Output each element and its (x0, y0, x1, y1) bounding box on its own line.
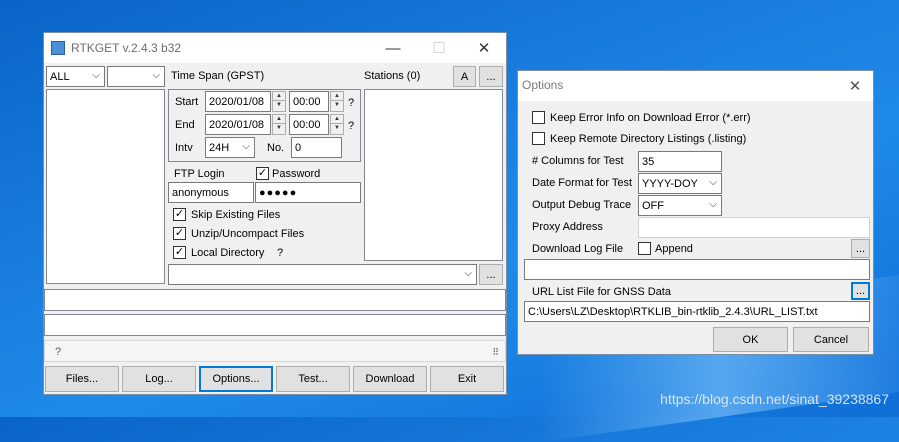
end-date-field[interactable]: 2020/01/08 (205, 114, 271, 135)
rtkget-window: RTKGET v.2.4.3 b32 — ☐ ✕ ALL ⌵ ⌵ Time Spa… (43, 32, 507, 395)
close-icon[interactable]: ✕ (836, 71, 874, 101)
options-title: Options (522, 78, 564, 92)
keep-remote-label: Keep Remote Directory Listings (.listing… (550, 133, 747, 145)
end-time-field[interactable]: 00:00 (289, 114, 329, 135)
stations-list[interactable] (364, 89, 503, 261)
date-format-label: Date Format for Test (532, 177, 633, 189)
start-date-spinner[interactable]: ▲ ▼ (272, 91, 286, 112)
end-label: End (175, 119, 195, 131)
end-time-spinner[interactable]: ▲ ▼ (330, 114, 344, 135)
columns-label: # Columns for Test (532, 155, 624, 167)
ftp-login-field[interactable]: anonymous (168, 182, 254, 203)
proxy-label: Proxy Address (532, 221, 603, 233)
start-label: Start (175, 96, 199, 108)
options-button[interactable]: Options... (199, 366, 273, 392)
start-time-field[interactable]: 00:00 (289, 91, 329, 112)
message-line-1 (44, 289, 506, 311)
start-help[interactable]: ? (348, 97, 354, 109)
no-field[interactable]: 0 (291, 137, 342, 158)
intv-label: Intv (175, 142, 193, 154)
local-directory-checkbox[interactable]: ✓ (173, 246, 186, 259)
skip-existing-checkbox[interactable]: ✓ (173, 208, 186, 221)
files-button[interactable]: Files... (45, 366, 119, 392)
chevron-down-icon: ⌵ (152, 70, 160, 81)
status-bar: ? ⠿ (44, 340, 506, 362)
unzip-checkbox[interactable]: ✓ (173, 227, 186, 240)
password-checkbox[interactable]: ✓ (256, 167, 269, 180)
password-label: Password (272, 168, 321, 180)
append-label: Append (655, 243, 693, 255)
resize-grip-icon[interactable]: ⠿ (492, 347, 499, 358)
password-field[interactable]: ●●●●● (255, 182, 361, 203)
intv-combo[interactable]: 24H ⌵ (205, 137, 255, 158)
filter-combo-2[interactable]: ⌵ (107, 66, 165, 87)
options-titlebar[interactable]: Options ✕ (518, 71, 873, 101)
data-type-list[interactable] (46, 89, 165, 284)
log-file-field[interactable] (524, 259, 870, 280)
log-browse-button[interactable]: ... (851, 239, 870, 258)
date-format-combo[interactable]: YYYY-DOY ⌵ (638, 173, 722, 194)
stations-browse-button[interactable]: ... (479, 66, 503, 87)
chevron-down-icon: ⌵ (709, 177, 717, 188)
cancel-button[interactable]: Cancel (793, 327, 869, 352)
chevron-down-icon: ⌵ (92, 70, 100, 81)
url-browse-button[interactable]: ... (851, 282, 870, 300)
stations-a-button[interactable]: A (453, 66, 476, 87)
stations-label: Stations (0) (364, 70, 421, 82)
keep-remote-checkbox[interactable] (532, 132, 545, 145)
unzip-label: Unzip/Uncompact Files (191, 228, 305, 240)
time-span-label: Time Span (GPST) (171, 70, 265, 82)
directory-combo[interactable]: ⌵ (168, 264, 477, 285)
test-button[interactable]: Test... (276, 366, 350, 392)
chevron-down-icon: ⌵ (709, 199, 717, 210)
proxy-field[interactable] (638, 217, 870, 238)
keep-error-checkbox[interactable] (532, 111, 545, 124)
start-date-field[interactable]: 2020/01/08 (205, 91, 271, 112)
start-time-spinner[interactable]: ▲ ▼ (330, 91, 344, 112)
rtkget-titlebar[interactable]: RTKGET v.2.4.3 b32 — ☐ ✕ (44, 33, 506, 63)
ftp-login-label: FTP Login (174, 168, 225, 180)
append-checkbox[interactable] (638, 242, 651, 255)
window-title: RTKGET v.2.4.3 b32 (71, 41, 182, 55)
close-icon[interactable]: ✕ (461, 33, 507, 63)
status-help[interactable]: ? (55, 346, 61, 358)
download-button[interactable]: Download (353, 366, 427, 392)
filter-combo[interactable]: ALL ⌵ (46, 66, 105, 87)
exit-button[interactable]: Exit (430, 366, 504, 392)
skip-existing-label: Skip Existing Files (191, 209, 281, 221)
watermark: https://blog.csdn.net/sinat_39238867 (660, 391, 889, 407)
debug-label: Output Debug Trace (532, 199, 632, 211)
directory-browse-button[interactable]: ... (479, 264, 503, 285)
log-button[interactable]: Log... (122, 366, 196, 392)
app-icon (51, 41, 65, 55)
columns-field[interactable]: 35 (638, 151, 722, 172)
minimize-icon[interactable]: — (370, 33, 416, 63)
end-help[interactable]: ? (348, 120, 354, 132)
local-directory-label: Local Directory (191, 247, 265, 259)
chevron-down-icon: ⌵ (242, 141, 250, 152)
url-list-field[interactable]: C:\Users\LZ\Desktop\RTKLIB_bin-rtklib_2.… (524, 301, 870, 322)
local-directory-help[interactable]: ? (277, 247, 283, 259)
debug-combo[interactable]: OFF ⌵ (638, 195, 722, 216)
keep-error-label: Keep Error Info on Download Error (*.err… (550, 112, 751, 124)
end-date-spinner[interactable]: ▲ ▼ (272, 114, 286, 135)
message-line-2 (44, 314, 506, 336)
url-list-label: URL List File for GNSS Data (532, 286, 671, 298)
ok-button[interactable]: OK (713, 327, 788, 352)
log-file-label: Download Log File (532, 243, 624, 255)
no-label: No. (267, 142, 285, 154)
options-dialog: Options ✕ Keep Error Info on Download Er… (517, 70, 874, 355)
maximize-icon[interactable]: ☐ (416, 33, 462, 63)
chevron-down-icon: ⌵ (464, 268, 472, 279)
